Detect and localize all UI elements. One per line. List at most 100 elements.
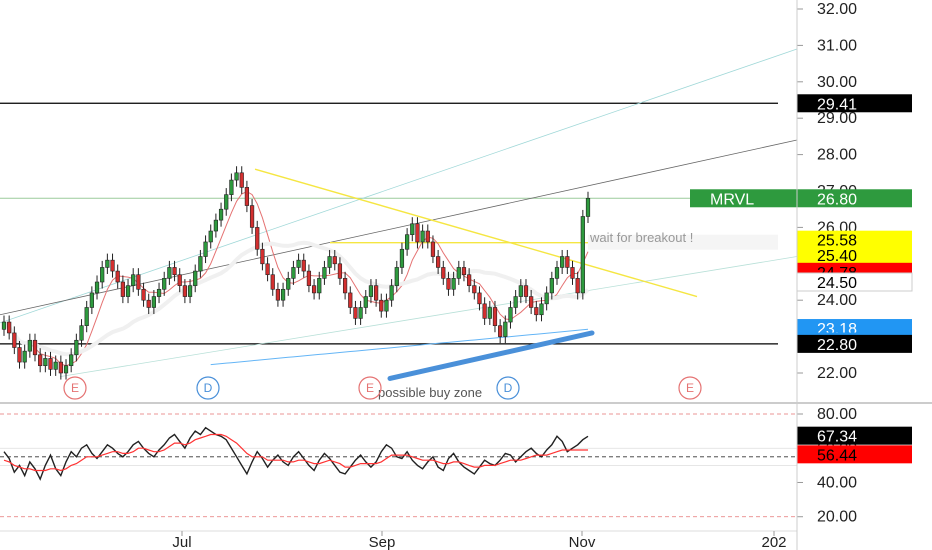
candle-body (373, 285, 379, 301)
candle-body (110, 259, 115, 272)
time-tick-label: 202 (761, 534, 786, 550)
candle-body (492, 307, 498, 326)
oscillator-tick-label: 20.00 (817, 509, 857, 526)
candle-body (317, 278, 322, 294)
oscillator-tag-value: 67.34 (817, 429, 857, 446)
candle-body (477, 292, 482, 305)
candle-body (79, 325, 84, 341)
price-pane[interactable]: wait for breakout ! possible buy zone E D… (0, 0, 913, 402)
candle-body (487, 307, 492, 319)
candle-body (394, 267, 399, 286)
candle-body (213, 219, 219, 232)
price-tag-value: 29.41 (817, 96, 857, 113)
candle-body (306, 270, 312, 286)
candle-body (48, 358, 53, 370)
candle-body (534, 307, 539, 316)
candle-body (182, 285, 187, 297)
candle-body (208, 230, 213, 243)
candle-body (570, 267, 575, 279)
candle-body (560, 256, 565, 268)
candle-body (565, 256, 570, 268)
candle-body (63, 365, 69, 374)
candle-body (580, 216, 585, 294)
candle-body (389, 285, 394, 301)
chart-canvas[interactable]: wait for breakout ! possible buy zone E D… (0, 0, 932, 550)
candle-body (441, 267, 446, 279)
price-tag-value: 26.80 (817, 191, 857, 208)
candle-body (74, 339, 79, 356)
oscillator-pane[interactable]: 80.0060.0040.0020.00 67.3456.44 (0, 406, 912, 526)
time-tick-label: Sep (369, 534, 396, 550)
candle-body (508, 307, 513, 323)
candle-body (89, 292, 94, 308)
candle-body (585, 197, 591, 217)
candle-body (43, 358, 48, 367)
oscillator-lines (3, 426, 589, 481)
candle-body (554, 267, 560, 279)
candle-body (368, 285, 374, 297)
price-pane-background (0, 0, 797, 402)
candle-body (275, 288, 281, 301)
candle-body (544, 292, 549, 305)
annotation-wait-for-breakout: wait for breakout ! (589, 230, 693, 245)
candle-body (353, 307, 358, 319)
event-marker-label: E (71, 381, 79, 395)
candle-body (17, 347, 22, 363)
candle-body (451, 278, 456, 290)
oscillator-tick-label: 80.00 (817, 406, 857, 423)
candle-body (105, 259, 110, 268)
candle-body (498, 325, 503, 337)
candle-body (203, 241, 208, 257)
candle-body (311, 285, 317, 294)
candle-body (529, 296, 534, 308)
candle-body (415, 223, 420, 243)
candle-body (53, 361, 58, 370)
candle-body (575, 278, 580, 294)
candle-body (177, 274, 182, 286)
candle-body (327, 256, 332, 268)
candle-body (1, 321, 7, 330)
price-tick-label: 22.00 (817, 365, 857, 382)
candle-body (410, 223, 415, 235)
candle-body (32, 339, 38, 356)
candle-body (379, 299, 384, 312)
candle-body (363, 296, 368, 308)
candle-body (125, 285, 131, 297)
candle-body (348, 292, 353, 308)
event-marker-label: D (504, 381, 513, 395)
candle-body (482, 303, 487, 319)
candle-body (146, 299, 151, 308)
candle-body (239, 172, 244, 188)
candle-body (136, 274, 141, 290)
candle-body (198, 256, 203, 272)
candle-body (131, 274, 136, 286)
candle-body (291, 267, 296, 279)
oscillator-tick-label: 40.00 (817, 474, 857, 491)
candle-body (430, 241, 436, 257)
candle-body (69, 354, 74, 367)
price-tick-label: 28.00 (817, 147, 857, 164)
candle-body (265, 263, 270, 276)
price-tick-label: 31.00 (817, 37, 857, 54)
candle-body (503, 321, 508, 337)
oscillator-levels (0, 413, 797, 518)
candle-body (229, 179, 234, 195)
candle-body (549, 278, 554, 294)
candle-body (249, 205, 255, 228)
candle-body (167, 267, 172, 279)
candle-body (456, 267, 461, 279)
candle-body (513, 296, 518, 308)
candle-body (120, 281, 125, 297)
candle-body (358, 307, 363, 319)
candle-body (100, 267, 105, 283)
candle-body (472, 285, 477, 294)
candle-body (7, 321, 12, 334)
candle-body (151, 296, 156, 308)
candle-body (22, 350, 27, 363)
candle-body (322, 267, 327, 279)
candle-body (523, 285, 529, 297)
candle-body (172, 267, 177, 276)
candle-body (337, 263, 343, 279)
candle-body (218, 208, 224, 221)
symbol-tag-label: MRVL (710, 191, 754, 208)
